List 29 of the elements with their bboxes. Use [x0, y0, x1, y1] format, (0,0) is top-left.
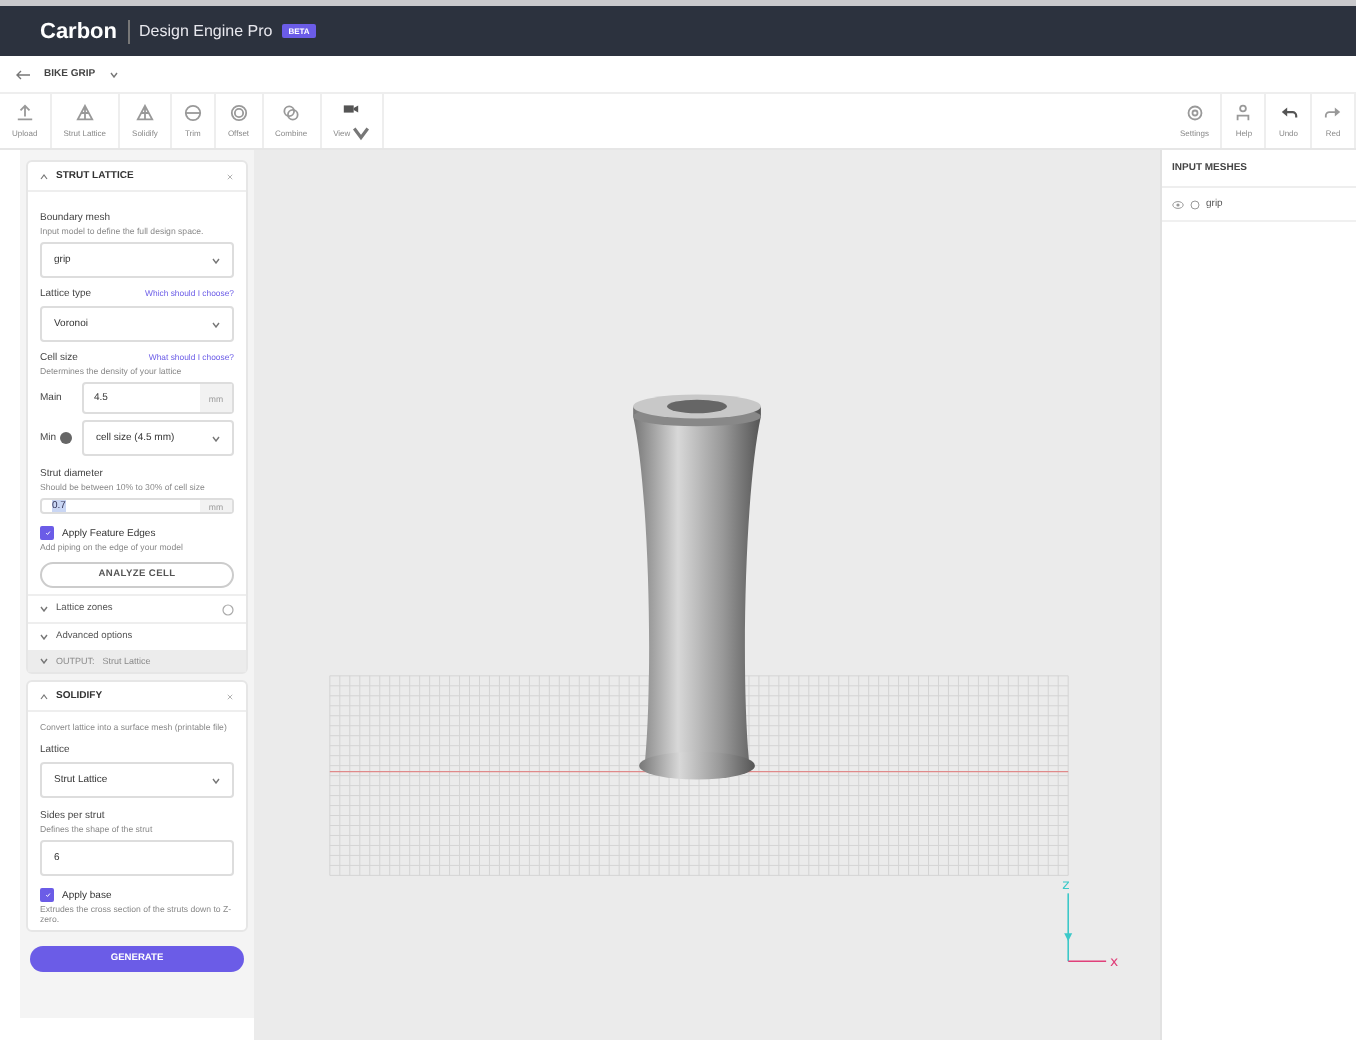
caret-icon: [212, 321, 220, 327]
product-name: Design Engine Pro: [139, 22, 273, 40]
ring-icon: [229, 104, 248, 122]
upload-icon: [15, 104, 34, 122]
checkmark-icon: [43, 892, 51, 898]
chevron-up-icon[interactable]: [40, 173, 48, 179]
triangle-icon: [75, 104, 94, 122]
chevron-up-icon[interactable]: [40, 693, 48, 699]
chevron-down-icon: [40, 658, 48, 664]
logo: Carbon: [40, 19, 117, 43]
redo-icon: [1324, 104, 1342, 122]
checkbox[interactable]: [40, 888, 54, 902]
caret-icon: [212, 257, 220, 263]
close-icon: [226, 173, 234, 179]
caret-icon: [212, 777, 220, 783]
caret-icon: [212, 435, 220, 441]
camera-icon: [342, 100, 361, 118]
combine-icon: [282, 104, 301, 122]
close-icon: [226, 693, 234, 699]
axis-gizmo: [1064, 892, 1107, 962]
undo-icon: [1279, 104, 1298, 122]
caret-icon: [109, 71, 118, 77]
back-arrow-icon[interactable]: [16, 69, 30, 79]
settings-icon: [1185, 104, 1204, 122]
circle-icon: [183, 104, 202, 122]
checkmark-icon: [43, 530, 51, 536]
person-icon: [1234, 104, 1253, 122]
triangle-icon: [135, 104, 154, 122]
checkbox[interactable]: [40, 526, 54, 540]
